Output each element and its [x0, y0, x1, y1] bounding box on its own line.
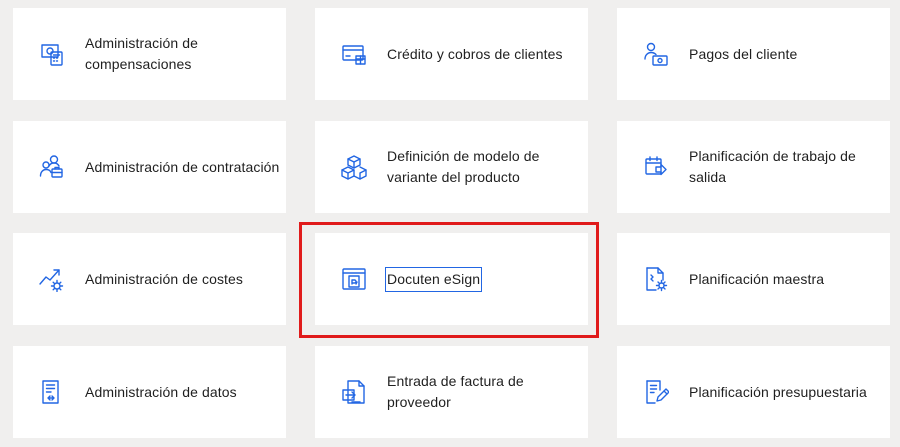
- tile-label: Administración de compensaciones: [85, 35, 198, 72]
- tile-label: Docuten eSign: [384, 266, 483, 292]
- budget-planning-icon: [643, 379, 669, 405]
- tile-entrada-factura-proveedor[interactable]: Entrada de factura de proveedor: [315, 346, 588, 438]
- tile-label: Planificación presupuestaria: [689, 383, 867, 400]
- tile-planificacion-presupuestaria[interactable]: Planificación presupuestaria: [617, 346, 890, 438]
- tile-label: Administración de contratación: [85, 158, 280, 175]
- tile-planificacion-trabajo-salida[interactable]: Planificación de trabajo de salida: [617, 121, 890, 213]
- vendor-invoice-icon: [341, 379, 367, 405]
- customer-payment-icon: [643, 41, 669, 67]
- tile-administracion-compensaciones[interactable]: Administración de compensaciones: [13, 8, 286, 100]
- product-variant-icon: [341, 154, 367, 180]
- tile-pagos-cliente[interactable]: Pagos del cliente: [617, 8, 890, 100]
- master-planning-icon: [643, 266, 669, 292]
- tile-planificacion-maestra[interactable]: Planificación maestra: [617, 233, 890, 325]
- tile-label: Planificación de trabajo de salida: [689, 148, 856, 185]
- tile-label: Crédito y cobros de clientes: [387, 45, 563, 62]
- tile-administracion-datos[interactable]: Administración de datos: [13, 346, 286, 438]
- compensation-icon: [39, 41, 65, 67]
- cost-trend-icon: [39, 266, 65, 292]
- tile-docuten-esign[interactable]: Docuten eSign: [315, 233, 588, 325]
- tile-label: Planificación maestra: [689, 270, 825, 287]
- tile-administracion-costes[interactable]: Administración de costes: [13, 233, 286, 325]
- esign-document-icon: [341, 266, 367, 292]
- tile-administracion-contratacion[interactable]: Administración de contratación: [13, 121, 286, 213]
- tile-label: Entrada de factura de proveedor: [387, 373, 524, 410]
- recruitment-icon: [39, 154, 65, 180]
- credit-card-icon: [341, 41, 367, 67]
- tile-label: Administración de costes: [85, 270, 244, 287]
- data-management-icon: [39, 379, 65, 405]
- tile-label: Pagos del cliente: [689, 45, 798, 62]
- tile-definicion-modelo-variante[interactable]: Definición de modelo de variante del pro…: [315, 121, 588, 213]
- tile-label: Administración de datos: [85, 383, 237, 400]
- tile-label: Definición de modelo de variante del pro…: [387, 148, 540, 185]
- outbound-work-icon: [643, 154, 669, 180]
- tile-credito-cobros-clientes[interactable]: Crédito y cobros de clientes: [315, 8, 588, 100]
